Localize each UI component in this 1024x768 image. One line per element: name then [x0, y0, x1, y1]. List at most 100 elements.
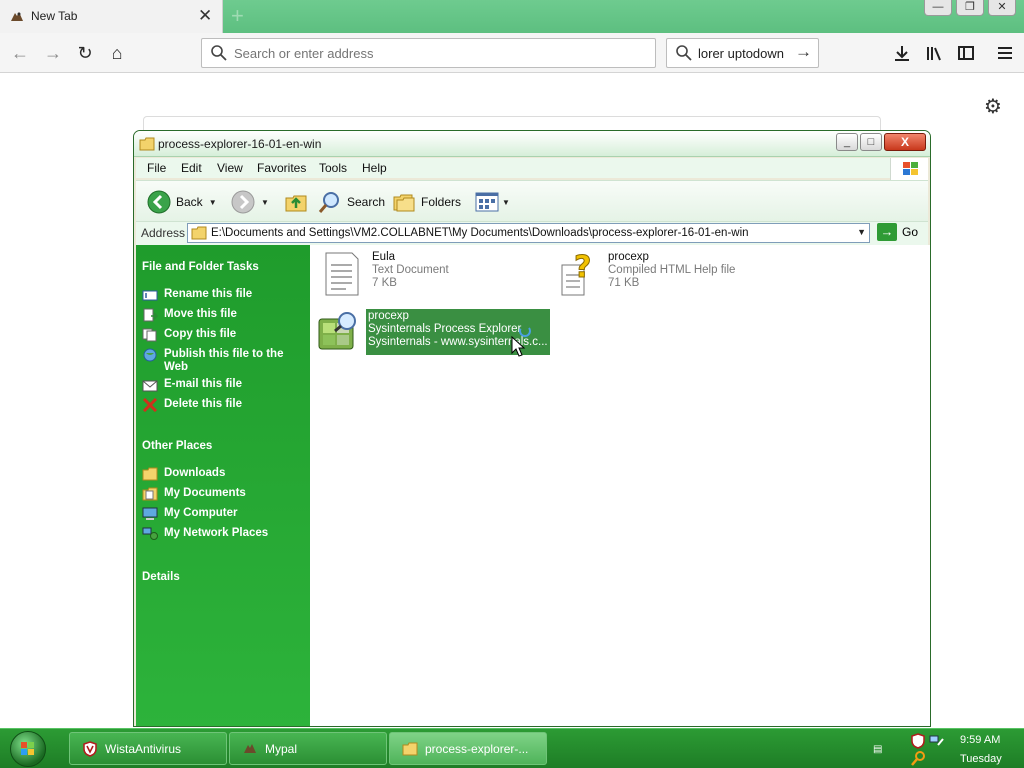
views-icon — [475, 192, 499, 212]
task-pane: File and Folder Tasks Rename this file M… — [136, 245, 310, 726]
clock-day[interactable]: Tuesday — [960, 753, 1002, 765]
chevron-down-icon[interactable]: ▼ — [261, 198, 269, 207]
my-documents-icon — [142, 487, 158, 501]
keyboard-tray-icon[interactable]: ▤ — [873, 744, 882, 755]
chevron-down-icon[interactable]: ▼ — [209, 198, 217, 207]
forward-arrow-icon[interactable]: → — [42, 42, 64, 64]
explorer-toolbar: Back ▼ ▼ Search Folders ▼ — [136, 180, 928, 222]
folder-icon — [142, 467, 158, 481]
explorer-minimize-button[interactable]: _ — [836, 133, 858, 151]
menu-hamburger-icon[interactable] — [997, 44, 1013, 62]
go-label: Go — [902, 225, 919, 239]
page-content-card — [143, 116, 881, 130]
task-label: E-mail this file — [164, 378, 242, 390]
computer-icon — [142, 507, 158, 520]
menu-favorites[interactable]: Favorites — [257, 161, 306, 175]
library-icon[interactable] — [925, 44, 943, 62]
download-icon[interactable] — [893, 44, 911, 62]
task-move-file[interactable]: Move this file — [142, 308, 308, 322]
move-icon — [143, 308, 158, 322]
url-bar[interactable]: Search or enter address — [201, 38, 656, 68]
start-button[interactable] — [10, 731, 46, 767]
search-bar[interactable]: lorer uptodown → — [666, 38, 819, 68]
mypal-icon — [244, 743, 256, 753]
search-button[interactable]: Search — [318, 190, 385, 214]
window-controls: — ❐ ✕ — [924, 0, 1016, 16]
search-go-icon[interactable]: → — [795, 42, 812, 62]
views-button[interactable]: ▼ — [475, 190, 510, 214]
tab-new-tab[interactable]: New Tab ✕ — [0, 0, 223, 33]
file-eula[interactable]: Eula Text Document 7 KB — [322, 251, 449, 297]
close-window-button[interactable]: ✕ — [988, 0, 1016, 16]
file-procexp-chm[interactable]: ? procexp Compiled HTML Help file 71 KB — [558, 251, 735, 297]
task-delete-file[interactable]: Delete this file — [142, 398, 308, 412]
place-my-computer[interactable]: My Computer — [142, 507, 308, 521]
folder-icon — [191, 226, 207, 240]
help-file-icon: ? — [561, 251, 592, 296]
clock-time[interactable]: 9:59 AM — [960, 734, 1000, 746]
search-magnifier-icon[interactable] — [910, 750, 926, 766]
network-icon — [142, 527, 158, 540]
details-heading[interactable]: Details — [142, 571, 180, 583]
email-icon — [142, 380, 158, 392]
task-rename-file[interactable]: Rename this file — [142, 288, 308, 302]
task-email-file[interactable]: E-mail this file — [142, 378, 308, 392]
task-publish-file[interactable]: Publish this file to the Web — [142, 348, 308, 374]
shield-icon[interactable] — [910, 733, 926, 749]
network-tray-icon[interactable] — [928, 733, 944, 749]
windows-flag-logo — [890, 158, 928, 180]
folders-button[interactable]: Folders — [392, 190, 461, 214]
tab-close-icon[interactable]: ✕ — [198, 6, 212, 26]
rename-icon — [142, 290, 158, 301]
task-copy-file[interactable]: Copy this file — [142, 328, 308, 342]
menu-help[interactable]: Help — [362, 161, 387, 175]
up-folder-icon — [285, 195, 307, 212]
new-tab-button[interactable]: + — [231, 4, 244, 28]
globe-icon — [143, 348, 157, 362]
place-downloads[interactable]: Downloads — [142, 467, 308, 481]
chevron-down-icon[interactable]: ▼ — [857, 227, 866, 237]
menu-file[interactable]: File — [147, 161, 166, 175]
busy-cursor-icon — [511, 325, 531, 357]
explorer-close-button[interactable]: X — [884, 133, 926, 151]
task-label: Copy this file — [164, 328, 237, 340]
file-name: procexp — [368, 310, 409, 322]
task-label: process-explorer-... — [425, 741, 529, 756]
svg-text:?: ? — [574, 251, 591, 285]
folder-icon — [402, 742, 418, 755]
search-magnifier-icon — [318, 192, 339, 213]
menu-view[interactable]: View — [217, 161, 243, 175]
taskbar-wistaantivirus[interactable]: WistaAntivirus — [69, 732, 227, 765]
forward-arrow-icon — [231, 190, 255, 214]
up-folder-button[interactable] — [284, 190, 308, 214]
address-go-button[interactable]: → Go — [877, 223, 918, 241]
explorer-window: process-explorer-16-01-en-win _ □ X File… — [133, 130, 931, 727]
minimize-button[interactable]: — — [924, 0, 952, 16]
address-label: Address — [141, 226, 186, 240]
taskbar-process-explorer-folder[interactable]: process-explorer-... — [389, 732, 547, 765]
sidebar-toggle-icon[interactable] — [957, 44, 975, 62]
address-field[interactable]: E:\Documents and Settings\VM2.COLLABNET\… — [187, 223, 870, 243]
other-places-heading[interactable]: Other Places — [142, 440, 212, 452]
menu-edit[interactable]: Edit — [181, 161, 202, 175]
shield-icon — [83, 740, 97, 757]
place-my-network-places[interactable]: My Network Places — [142, 527, 308, 541]
restore-button[interactable]: ❐ — [956, 0, 984, 16]
address-bar: Address E:\Documents and Settings\VM2.CO… — [136, 222, 928, 245]
explorer-titlebar[interactable]: process-explorer-16-01-en-win _ □ X — [134, 131, 930, 157]
place-my-documents[interactable]: My Documents — [142, 487, 308, 501]
chevron-down-icon[interactable]: ▼ — [502, 198, 510, 207]
back-button[interactable]: Back ▼ — [147, 190, 217, 214]
reload-icon[interactable]: ↻ — [74, 42, 96, 64]
home-icon[interactable]: ⌂ — [106, 42, 128, 64]
gear-icon[interactable]: ⚙ — [984, 94, 1002, 119]
back-arrow-icon[interactable]: ← — [9, 42, 31, 64]
forward-button[interactable]: ▼ — [231, 190, 269, 214]
taskbar-mypal[interactable]: Mypal — [229, 732, 387, 765]
place-label: My Computer — [164, 507, 238, 519]
file-tasks-heading[interactable]: File and Folder Tasks — [142, 261, 259, 273]
navigation-bar: ← → ↻ ⌂ Search or enter address lorer up… — [0, 33, 1024, 73]
task-label: Delete this file — [164, 398, 242, 410]
menu-tools[interactable]: Tools — [319, 161, 347, 175]
explorer-maximize-button[interactable]: □ — [860, 133, 882, 151]
